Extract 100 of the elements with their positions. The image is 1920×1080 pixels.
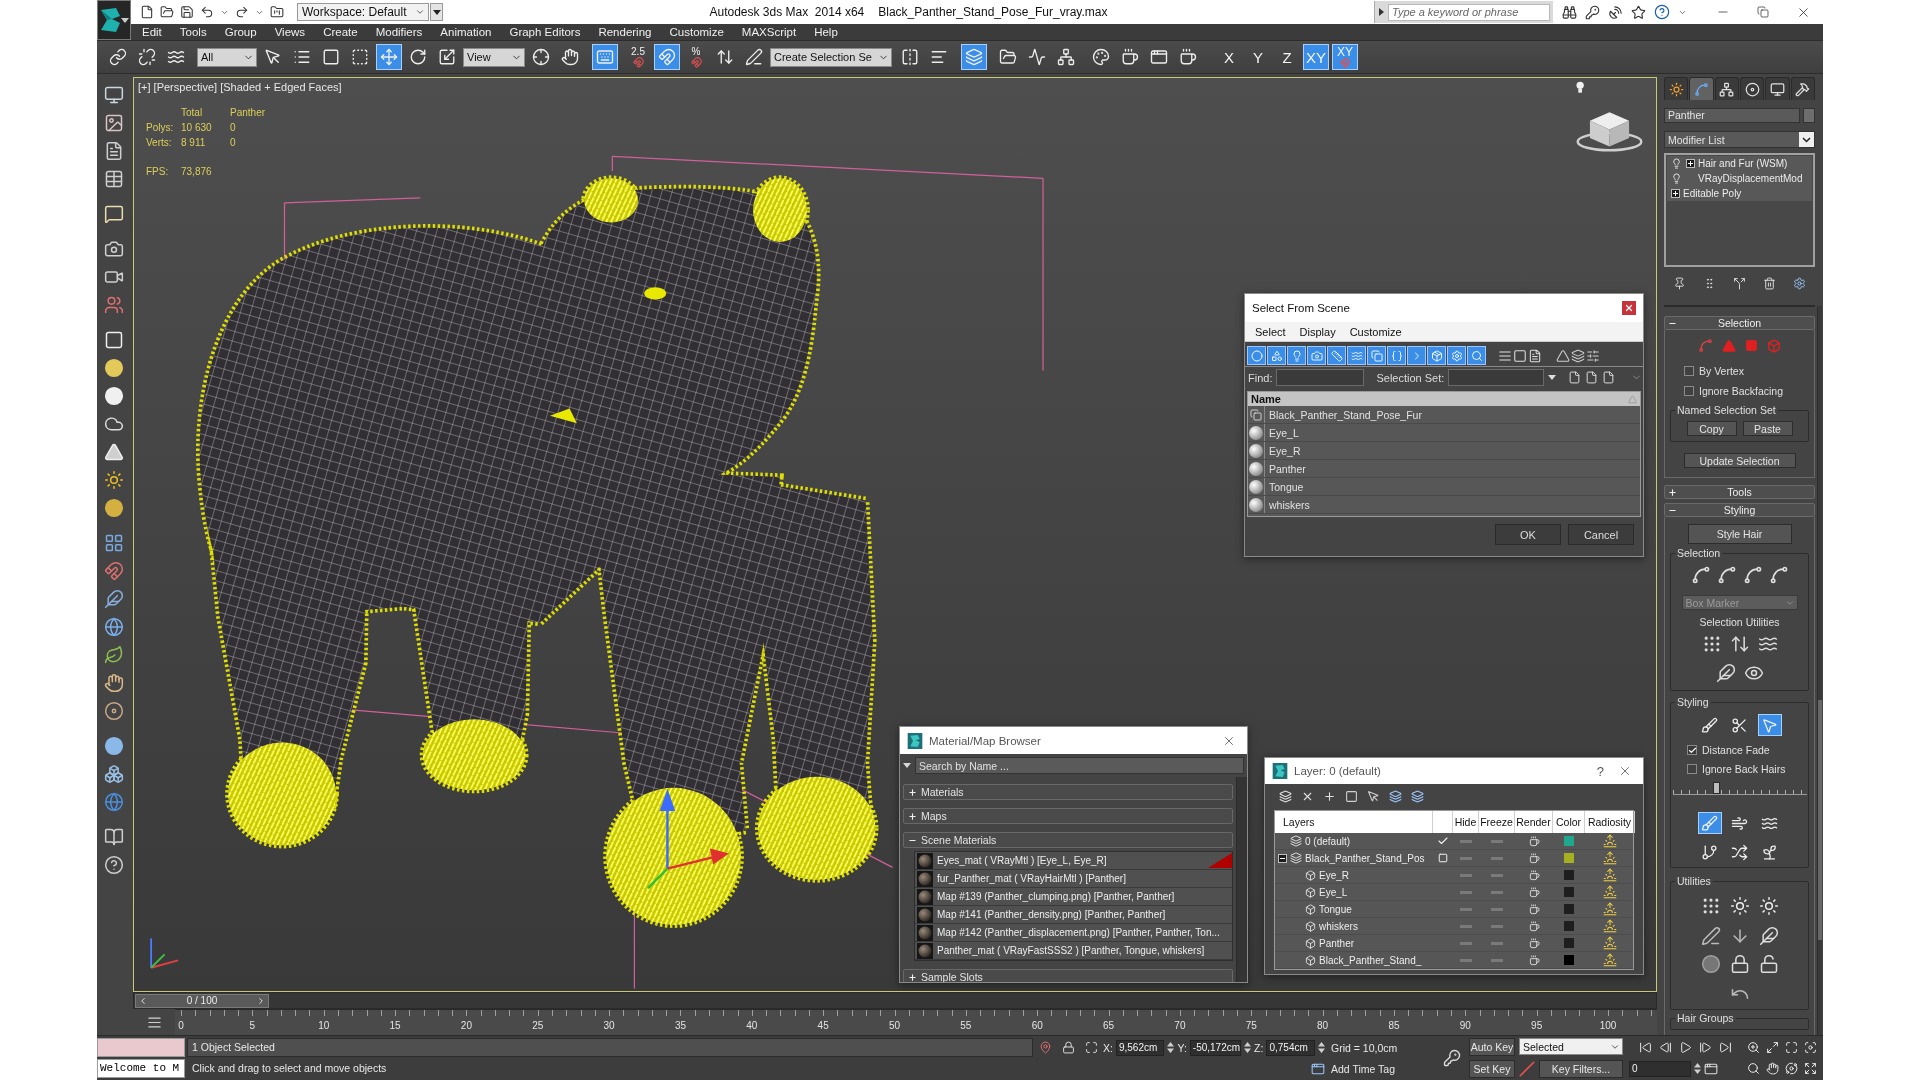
layer-row[interactable]: Panther — [1275, 935, 1633, 952]
rollout-header[interactable]: Styling — [1664, 503, 1815, 517]
cup-icon[interactable] — [1528, 835, 1540, 847]
globe-icon[interactable] — [103, 617, 124, 637]
collapse-icon[interactable] — [1278, 853, 1287, 863]
sliders-icon[interactable] — [1586, 348, 1600, 363]
menu-item[interactable]: MAXScript — [732, 24, 806, 40]
corners-icon[interactable] — [1084, 1041, 1098, 1054]
coordinate-field[interactable]: -50,172cm — [1189, 1039, 1242, 1056]
panel-tab[interactable] — [1740, 77, 1765, 100]
lines-icon[interactable] — [1498, 348, 1512, 363]
track-bar[interactable]: 0 5 10 15 20 25 30 35 40 45 50 55 60 65 70 75 80 85 90 95 100 — [175, 1009, 1657, 1035]
window-icon[interactable] — [1704, 1061, 1718, 1076]
hand-icon[interactable] — [103, 673, 124, 693]
menu-item[interactable]: Animation — [431, 24, 501, 40]
sunrise-icon[interactable] — [1603, 885, 1617, 899]
viewport-label[interactable]: [+] [Perspective] [Shaded + Edged Faces] — [138, 81, 342, 93]
filter-button[interactable] — [1447, 346, 1466, 365]
auto-key-button[interactable]: Auto Key — [1469, 1038, 1515, 1056]
hand-icon[interactable] — [1766, 1062, 1779, 1075]
file-icon[interactable] — [1585, 371, 1599, 384]
checkbox[interactable] — [1687, 764, 1697, 774]
panel-tab[interactable] — [1714, 77, 1739, 100]
book-icon[interactable] — [103, 827, 124, 847]
sun-icon[interactable] — [103, 470, 124, 490]
speech-bubble-icon[interactable] — [103, 204, 124, 224]
category-header[interactable]: Scene Materials — [903, 832, 1233, 848]
panel-button[interactable]: Copy — [1686, 421, 1737, 436]
slash-icon[interactable] — [1519, 1060, 1535, 1077]
filter-button[interactable] — [1427, 346, 1446, 365]
menu-item[interactable]: Customize — [1342, 325, 1409, 338]
cup-icon[interactable] — [1528, 869, 1540, 881]
filter-button[interactable] — [1387, 346, 1406, 365]
color-swatch[interactable] — [1564, 921, 1574, 931]
script-output-field[interactable]: Welcome to M — [97, 1059, 185, 1078]
sunrise-icon[interactable] — [1603, 953, 1617, 967]
layers-icon[interactable] — [1389, 789, 1402, 803]
skip-back-icon[interactable] — [1638, 1041, 1652, 1054]
cloud-icon[interactable] — [103, 414, 124, 434]
camera-icon[interactable] — [103, 239, 124, 259]
curve-icon[interactable] — [1690, 565, 1711, 585]
circle-icon[interactable] — [103, 358, 124, 378]
material-row[interactable]: Map #142 (Panther_displacement.png) [Panther, Panther, Ton... — [915, 924, 1232, 942]
time-tag-link[interactable]: Add Time Tag — [1327, 1062, 1395, 1075]
category-header[interactable]: Materials — [903, 784, 1233, 800]
time-slider-thumb[interactable]: 0 / 100 — [135, 993, 269, 1008]
set-key-button[interactable]: Set Key — [1469, 1060, 1515, 1078]
panel-tab[interactable] — [1765, 77, 1790, 100]
globe-icon[interactable] — [103, 792, 124, 812]
curve-icon[interactable] — [1716, 565, 1737, 585]
layer-row[interactable]: Black_Panther_Stand_Pos — [1275, 850, 1633, 867]
modifier-stack-item[interactable]: Hair and Fur (WSM) — [1667, 156, 1812, 171]
document-icon[interactable] — [1528, 348, 1542, 363]
app-menu-button[interactable] — [97, 0, 131, 40]
filter-button[interactable] — [1327, 346, 1346, 365]
material-row[interactable]: Map #141 (Panther_density.png) [Panther, Panther] — [915, 906, 1232, 924]
file-icon[interactable] — [1568, 371, 1582, 384]
workspace-menu-button[interactable] — [430, 3, 443, 21]
leaf-icon[interactable] — [103, 645, 124, 665]
color-swatch[interactable] — [1564, 938, 1574, 948]
layer-row[interactable]: whiskers — [1275, 918, 1633, 935]
workspace-dropdown[interactable]: Workspace: Default — [297, 3, 429, 21]
help-button[interactable]: ? — [1592, 763, 1608, 779]
menu-item[interactable]: Select — [1248, 325, 1293, 338]
zoom-in-icon[interactable] — [1747, 1041, 1760, 1054]
checkbox[interactable] — [1684, 386, 1694, 396]
expand-icon[interactable] — [1670, 189, 1680, 198]
panel-button[interactable]: Update Selection — [1683, 453, 1796, 468]
color-swatch[interactable] — [1564, 870, 1574, 880]
image-icon[interactable] — [103, 113, 124, 133]
cup-icon[interactable] — [1528, 920, 1540, 932]
curve-icon[interactable] — [1768, 565, 1789, 585]
layer-row[interactable]: Eye_R — [1275, 867, 1633, 884]
spinner-icon[interactable] — [1167, 1041, 1175, 1054]
sunrise-icon[interactable] — [1603, 919, 1617, 933]
axis-button[interactable]: X — [1216, 44, 1242, 70]
magnet-icon[interactable] — [103, 561, 124, 581]
feather-icon[interactable] — [1715, 663, 1736, 683]
color-swatch[interactable] — [1564, 836, 1574, 846]
checkbox[interactable] — [1684, 366, 1694, 376]
dialog-button[interactable]: OK — [1495, 524, 1561, 545]
disc-icon[interactable] — [103, 701, 124, 721]
sunrise-icon[interactable] — [1603, 902, 1617, 916]
people-icon[interactable] — [103, 295, 124, 315]
satellite-dish-icon[interactable] — [1608, 4, 1623, 20]
expand-icon[interactable] — [1685, 159, 1695, 168]
pin-icon[interactable] — [1038, 1041, 1052, 1054]
scrollbar-thumb[interactable] — [1818, 700, 1822, 940]
panel-tab[interactable] — [1790, 77, 1815, 100]
color-swatch[interactable] — [1564, 904, 1574, 914]
object-color-swatch[interactable] — [1803, 108, 1815, 123]
find-field[interactable] — [1276, 369, 1365, 386]
material-row[interactable]: Panther_mat ( VRayFastSSS2 ) [Panther, Tongue, whiskers] — [915, 942, 1232, 960]
menu-item[interactable]: Tools — [170, 24, 216, 40]
modifier-stack-item[interactable]: Editable Poly — [1667, 186, 1812, 201]
cup-icon[interactable] — [1528, 954, 1540, 966]
circle-icon[interactable] — [103, 498, 124, 518]
help-icon[interactable] — [1654, 4, 1670, 20]
object-row[interactable]: Panther — [1248, 460, 1640, 478]
layers-icon[interactable] — [1411, 789, 1424, 803]
